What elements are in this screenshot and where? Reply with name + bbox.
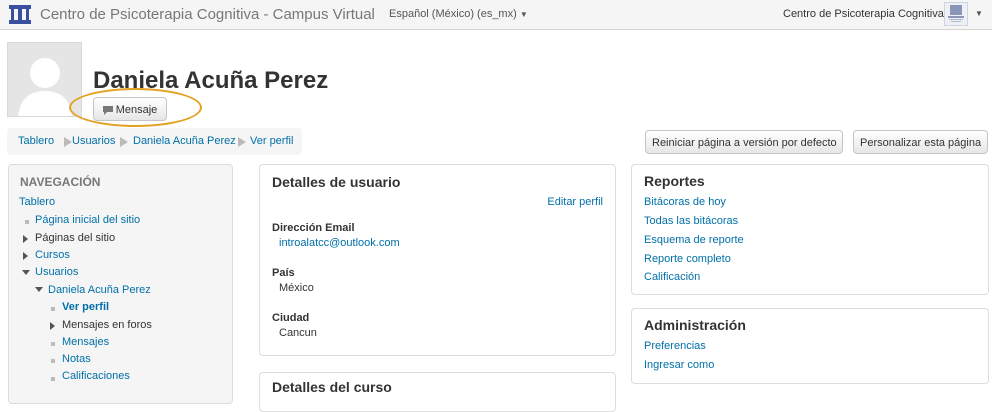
course-details-title: Detalles del curso <box>272 379 392 395</box>
nav-item-view-profile-label: Ver perfil <box>62 301 110 313</box>
site-logo-icon[interactable] <box>8 2 32 26</box>
bullet-icon <box>51 342 55 346</box>
expanded-arrow-icon[interactable] <box>35 287 43 292</box>
nav-item-view-profile[interactable]: Ver perfil <box>62 301 109 313</box>
language-label: Español (México) (es_mx) <box>389 8 517 20</box>
breadcrumb-separator-icon <box>64 137 72 147</box>
reports-block: Reportes Bitácoras de hoy Todas las bitá… <box>631 164 989 295</box>
nav-item-courses[interactable]: Cursos <box>35 249 70 261</box>
city-value: Cancun <box>279 327 317 339</box>
nav-item-site-home[interactable]: Página inicial del sitio <box>35 214 140 226</box>
breadcrumb: Tablero Usuarios Daniela Acuña Perez Ver… <box>7 128 302 155</box>
report-link-grade[interactable]: Calificación <box>644 271 700 283</box>
report-link-outline[interactable]: Esquema de reporte <box>644 234 744 246</box>
user-menu-chevron-icon[interactable]: ▼ <box>975 9 983 18</box>
nav-item-grades[interactable]: Calificaciones <box>62 370 130 382</box>
navigation-title: NAVEGACIÓN <box>20 175 101 189</box>
country-label: País <box>272 267 295 279</box>
highlight-annotation <box>69 88 202 127</box>
nav-item-notes[interactable]: Notas <box>62 353 91 365</box>
admin-link-preferences[interactable]: Preferencias <box>644 340 706 352</box>
nav-item-forum-posts[interactable]: Mensajes en foros <box>62 319 152 331</box>
user-avatar[interactable] <box>944 2 968 26</box>
breadcrumb-item[interactable]: Ver perfil <box>250 128 293 155</box>
admin-link-login-as[interactable]: Ingresar como <box>644 359 714 371</box>
nav-item-site-pages[interactable]: Páginas del sitio <box>35 232 115 244</box>
breadcrumb-item[interactable]: Tablero <box>18 128 54 155</box>
nav-item-dashboard[interactable]: Tablero <box>19 196 55 208</box>
report-link-today-logs[interactable]: Bitácoras de hoy <box>644 196 726 208</box>
administration-title: Administración <box>644 317 746 333</box>
bullet-icon <box>25 220 29 224</box>
bullet-icon <box>51 307 55 311</box>
chevron-down-icon: ▼ <box>519 10 528 19</box>
navigation-block: NAVEGACIÓN Tablero Página inicial del si… <box>8 164 233 404</box>
nav-item-user[interactable]: Daniela Acuña Perez <box>48 284 151 296</box>
collapsed-arrow-icon[interactable] <box>50 322 55 330</box>
breadcrumb-item[interactable]: Daniela Acuña Perez <box>133 128 236 155</box>
bullet-icon <box>51 377 55 381</box>
customize-page-button[interactable]: Personalizar esta página <box>853 130 988 154</box>
reports-title: Reportes <box>644 173 705 189</box>
breadcrumb-item[interactable]: Usuarios <box>72 128 115 155</box>
country-value: México <box>279 282 314 294</box>
expanded-arrow-icon[interactable] <box>22 270 30 275</box>
report-link-complete[interactable]: Reporte completo <box>644 253 731 265</box>
city-label: Ciudad <box>272 312 310 324</box>
breadcrumb-separator-icon <box>238 137 246 147</box>
collapsed-arrow-icon[interactable] <box>23 235 28 243</box>
course-details-block: Detalles del curso <box>259 372 616 412</box>
site-title-link[interactable]: Centro de Psicoterapia Cognitiva - Campu… <box>40 6 375 23</box>
email-link[interactable]: introalatcc@outlook.com <box>279 237 400 249</box>
report-link-all-logs[interactable]: Todas las bitácoras <box>644 215 738 227</box>
email-label: Dirección Email <box>272 222 355 234</box>
reset-page-button[interactable]: Reiniciar página a versión por defecto <box>645 130 843 154</box>
bullet-icon <box>51 359 55 363</box>
breadcrumb-separator-icon <box>120 137 128 147</box>
nav-item-messages[interactable]: Mensajes <box>62 336 109 348</box>
language-menu[interactable]: Español (México) (es_mx) ▼ <box>389 8 528 20</box>
user-details-block: Detalles de usuario Editar perfil Direcc… <box>259 164 616 356</box>
user-details-title: Detalles de usuario <box>272 174 401 190</box>
user-menu-name[interactable]: Centro de Psicoterapia Cognitiva <box>783 8 944 20</box>
collapsed-arrow-icon[interactable] <box>23 252 28 260</box>
nav-item-users[interactable]: Usuarios <box>35 266 78 278</box>
administration-block: Administración Preferencias Ingresar com… <box>631 308 989 384</box>
edit-profile-link[interactable]: Editar perfil <box>547 196 603 208</box>
top-navbar: Centro de Psicoterapia Cognitiva - Campu… <box>0 0 992 30</box>
